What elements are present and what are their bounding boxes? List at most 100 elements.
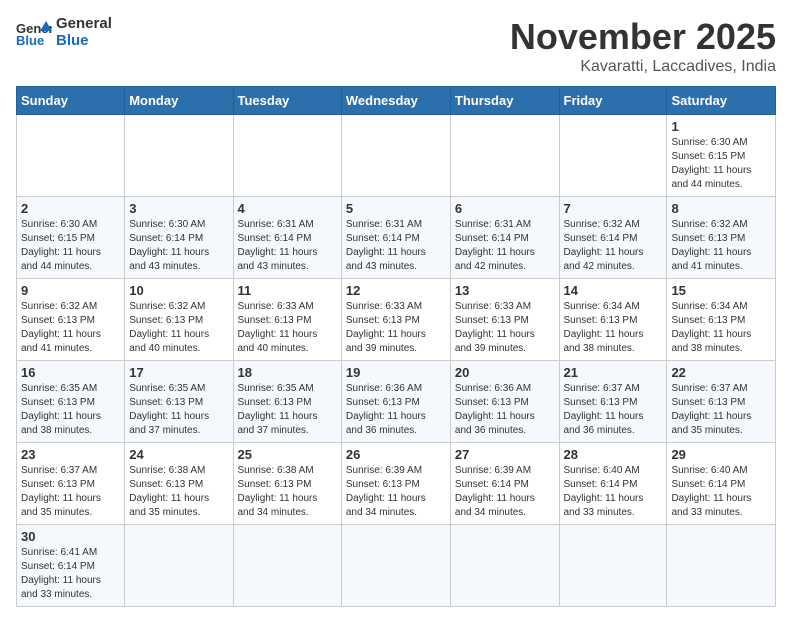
day-number: 21 — [564, 365, 663, 380]
calendar-cell-5-2: 24Sunrise: 6:38 AM Sunset: 6:13 PM Dayli… — [125, 443, 233, 525]
day-info: Sunrise: 6:32 AM Sunset: 6:13 PM Dayligh… — [671, 218, 771, 274]
calendar-cell-2-3: 4 Sunrise: 6:31 AM Sunset: 6:14 PM Daylig… — [233, 197, 341, 279]
calendar-cell-1-6 — [559, 115, 667, 197]
calendar-week-1: 1 Sunrise: 6:30 AM Sunset: 6:15 PM Daylig… — [17, 115, 776, 197]
calendar-cell-2-7: 8 Sunrise: 6:32 AM Sunset: 6:13 PM Daylig… — [667, 197, 776, 279]
day-number: 30 — [21, 529, 120, 544]
day-info: Sunrise: 6:37 AM Sunset: 6:13 PM Dayligh… — [21, 464, 120, 520]
day-info: Sunrise: 6:40 AM Sunset: 6:14 PM Dayligh… — [564, 464, 663, 520]
day-info: Sunrise: 6:35 AM Sunset: 6:13 PM Dayligh… — [21, 382, 120, 438]
header-wednesday: Wednesday — [341, 87, 450, 115]
header-thursday: Thursday — [450, 87, 559, 115]
day-number: 19 — [346, 365, 446, 380]
day-number: 29 — [671, 447, 771, 462]
calendar-cell-6-4 — [341, 525, 450, 607]
calendar-cell-2-5: 6Sunrise: 6:31 AM Sunset: 6:14 PM Daylig… — [450, 197, 559, 279]
day-info: Sunrise: 6:37 AM Sunset: 6:13 PM Dayligh… — [671, 382, 771, 438]
calendar-cell-2-1: 2 Sunrise: 6:30 AM Sunset: 6:15 PM Daylig… — [17, 197, 125, 279]
calendar-week-3: 9 Sunrise: 6:32 AM Sunset: 6:13 PM Daylig… — [17, 279, 776, 361]
day-info: Sunrise: 6:33 AM Sunset: 6:13 PM Dayligh… — [238, 300, 337, 356]
month-title: November 2025 — [510, 16, 776, 58]
day-info: Sunrise: 6:34 AM Sunset: 6:13 PM Dayligh… — [564, 300, 663, 356]
calendar-cell-4-4: 19 Sunrise: 6:36 AM Sunset: 6:13 PM Dayli… — [341, 361, 450, 443]
calendar-cell-6-3 — [233, 525, 341, 607]
calendar-cell-4-2: 17 Sunrise: 6:35 AM Sunset: 6:13 PM Dayli… — [125, 361, 233, 443]
day-info: Sunrise: 6:30 AM Sunset: 6:15 PM Dayligh… — [671, 136, 771, 192]
calendar-cell-4-3: 18 Sunrise: 6:35 AM Sunset: 6:13 PM Dayli… — [233, 361, 341, 443]
day-info: Sunrise: 6:33 AM Sunset: 6:13 PM Dayligh… — [455, 300, 555, 356]
day-number: 4 — [238, 201, 337, 216]
logo-blue-text: Blue — [56, 33, 112, 50]
calendar-cell-6-7 — [667, 525, 776, 607]
day-info: Sunrise: 6:39 AM Sunset: 6:14 PM Dayligh… — [455, 464, 555, 520]
day-info: Sunrise: 6:32 AM Sunset: 6:14 PM Dayligh… — [564, 218, 663, 274]
day-number: 28 — [564, 447, 663, 462]
calendar-week-2: 2 Sunrise: 6:30 AM Sunset: 6:15 PM Daylig… — [17, 197, 776, 279]
day-number: 8 — [671, 201, 771, 216]
calendar-cell-6-6 — [559, 525, 667, 607]
day-number: 22 — [671, 365, 771, 380]
day-number: 5 — [346, 201, 446, 216]
calendar-cell-5-5: 27 Sunrise: 6:39 AM Sunset: 6:14 PM Dayli… — [450, 443, 559, 525]
day-number: 17 — [129, 365, 228, 380]
calendar-cell-3-1: 9 Sunrise: 6:32 AM Sunset: 6:13 PM Daylig… — [17, 279, 125, 361]
day-info: Sunrise: 6:31 AM Sunset: 6:14 PM Dayligh… — [238, 218, 337, 274]
day-info: Sunrise: 6:30 AM Sunset: 6:15 PM Dayligh… — [21, 218, 120, 274]
day-number: 18 — [238, 365, 337, 380]
header-saturday: Saturday — [667, 87, 776, 115]
day-info: Sunrise: 6:38 AM Sunset: 6:13 PM Dayligh… — [129, 464, 228, 520]
day-info: Sunrise: 6:36 AM Sunset: 6:13 PM Dayligh… — [346, 382, 446, 438]
calendar-cell-5-3: 25 Sunrise: 6:38 AM Sunset: 6:13 PM Dayli… — [233, 443, 341, 525]
day-number: 14 — [564, 283, 663, 298]
day-number: 2 — [21, 201, 120, 216]
calendar-cell-4-6: 21 Sunrise: 6:37 AM Sunset: 6:13 PM Dayli… — [559, 361, 667, 443]
day-number: 1 — [671, 119, 771, 134]
calendar-cell-4-7: 22 Sunrise: 6:37 AM Sunset: 6:13 PM Dayli… — [667, 361, 776, 443]
calendar-cell-1-3 — [233, 115, 341, 197]
day-info: Sunrise: 6:37 AM Sunset: 6:13 PM Dayligh… — [564, 382, 663, 438]
day-number: 25 — [238, 447, 337, 462]
calendar-week-6: 30Sunrise: 6:41 AM Sunset: 6:14 PM Dayli… — [17, 525, 776, 607]
logo: General Blue General Blue — [16, 16, 112, 49]
day-number: 16 — [21, 365, 120, 380]
logo-icon: General Blue — [16, 19, 52, 47]
header-tuesday: Tuesday — [233, 87, 341, 115]
day-info: Sunrise: 6:32 AM Sunset: 6:13 PM Dayligh… — [129, 300, 228, 356]
day-info: Sunrise: 6:38 AM Sunset: 6:13 PM Dayligh… — [238, 464, 337, 520]
day-info: Sunrise: 6:35 AM Sunset: 6:13 PM Dayligh… — [238, 382, 337, 438]
calendar-cell-3-3: 11 Sunrise: 6:33 AM Sunset: 6:13 PM Dayli… — [233, 279, 341, 361]
calendar-cell-1-7: 1 Sunrise: 6:30 AM Sunset: 6:15 PM Daylig… — [667, 115, 776, 197]
calendar-cell-3-5: 13 Sunrise: 6:33 AM Sunset: 6:13 PM Dayli… — [450, 279, 559, 361]
day-number: 23 — [21, 447, 120, 462]
day-number: 15 — [671, 283, 771, 298]
day-number: 10 — [129, 283, 228, 298]
day-number: 13 — [455, 283, 555, 298]
day-info: Sunrise: 6:32 AM Sunset: 6:13 PM Dayligh… — [21, 300, 120, 356]
day-number: 7 — [564, 201, 663, 216]
calendar-cell-4-5: 20 Sunrise: 6:36 AM Sunset: 6:13 PM Dayli… — [450, 361, 559, 443]
calendar-table: Sunday Monday Tuesday Wednesday Thursday… — [16, 86, 776, 607]
day-info: Sunrise: 6:35 AM Sunset: 6:13 PM Dayligh… — [129, 382, 228, 438]
logo-general-text: General — [56, 16, 112, 33]
calendar-week-4: 16 Sunrise: 6:35 AM Sunset: 6:13 PM Dayli… — [17, 361, 776, 443]
calendar-header-row: Sunday Monday Tuesday Wednesday Thursday… — [17, 87, 776, 115]
calendar-cell-3-7: 15Sunrise: 6:34 AM Sunset: 6:13 PM Dayli… — [667, 279, 776, 361]
calendar-cell-3-6: 14 Sunrise: 6:34 AM Sunset: 6:13 PM Dayli… — [559, 279, 667, 361]
day-info: Sunrise: 6:31 AM Sunset: 6:14 PM Dayligh… — [455, 218, 555, 274]
calendar-cell-6-1: 30Sunrise: 6:41 AM Sunset: 6:14 PM Dayli… — [17, 525, 125, 607]
day-number: 27 — [455, 447, 555, 462]
day-info: Sunrise: 6:31 AM Sunset: 6:14 PM Dayligh… — [346, 218, 446, 274]
calendar-cell-3-2: 10 Sunrise: 6:32 AM Sunset: 6:13 PM Dayli… — [125, 279, 233, 361]
location-text: Kavaratti, Laccadives, India — [510, 58, 776, 76]
calendar-cell-1-4 — [341, 115, 450, 197]
calendar-cell-2-4: 5 Sunrise: 6:31 AM Sunset: 6:14 PM Daylig… — [341, 197, 450, 279]
day-info: Sunrise: 6:30 AM Sunset: 6:14 PM Dayligh… — [129, 218, 228, 274]
day-info: Sunrise: 6:36 AM Sunset: 6:13 PM Dayligh… — [455, 382, 555, 438]
calendar-cell-2-2: 3Sunrise: 6:30 AM Sunset: 6:14 PM Daylig… — [125, 197, 233, 279]
day-number: 20 — [455, 365, 555, 380]
day-number: 9 — [21, 283, 120, 298]
title-section: November 2025 Kavaratti, Laccadives, Ind… — [510, 16, 776, 76]
day-info: Sunrise: 6:40 AM Sunset: 6:14 PM Dayligh… — [671, 464, 771, 520]
day-number: 11 — [238, 283, 337, 298]
header-sunday: Sunday — [17, 87, 125, 115]
